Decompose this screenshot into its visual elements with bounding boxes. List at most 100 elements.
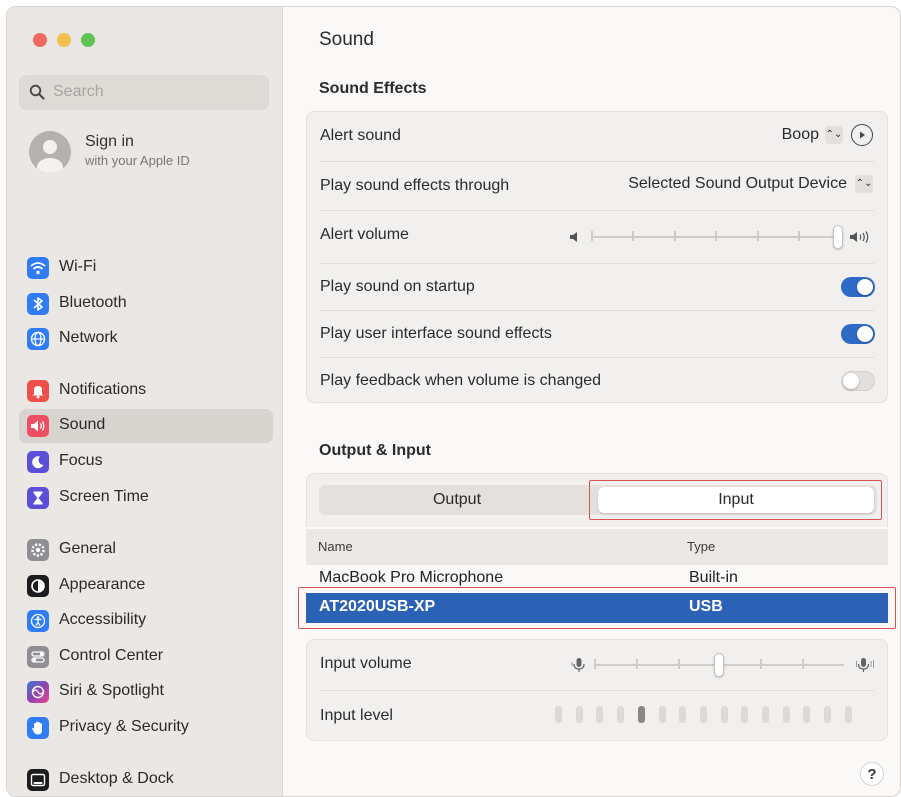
level-segment — [782, 706, 790, 723]
play-through-row: Play sound effects through Selected Soun… — [307, 162, 887, 210]
sidebar-item-label: Appearance — [59, 576, 146, 593]
microphone-high-icon — [856, 658, 874, 672]
level-segment — [596, 706, 604, 723]
moon-icon — [27, 451, 49, 473]
ui-sound-effects-toggle[interactable] — [841, 324, 875, 344]
alert-volume-row: Alert volume — [307, 211, 887, 263]
slider-thumb[interactable] — [714, 653, 724, 677]
ui-sound-effects-row: Play user interface sound effects — [307, 311, 887, 357]
bluetooth-icon — [27, 293, 49, 315]
search-placeholder: Search — [53, 83, 104, 100]
column-header-type[interactable]: Type — [687, 539, 715, 554]
globe-icon — [27, 328, 49, 350]
gear-icon — [27, 539, 49, 561]
level-segment — [699, 706, 707, 723]
volume-high-icon — [850, 231, 869, 243]
level-segment — [762, 706, 769, 723]
page-title: Sound — [319, 29, 374, 50]
volume-low-icon — [570, 232, 577, 242]
level-segment — [844, 706, 852, 723]
input-volume-label: Input volume — [320, 655, 412, 672]
help-button[interactable]: ? — [860, 762, 884, 786]
sidebar: Search Sign in with your Apple ID Wi-Fi … — [7, 7, 283, 796]
column-header-name[interactable]: Name — [318, 539, 353, 554]
bell-icon — [27, 380, 49, 402]
sidebar-item-label: Wi-Fi — [59, 258, 97, 275]
device-name: MacBook Pro Microphone — [319, 569, 504, 586]
play-alert-button[interactable] — [851, 124, 873, 146]
accessibility-icon — [27, 610, 49, 632]
level-segment — [617, 706, 625, 723]
volume-feedback-toggle[interactable] — [841, 371, 875, 391]
sidebar-item-label: Accessibility — [59, 611, 147, 628]
volume-feedback-label: Play feedback when volume is changed — [320, 372, 602, 389]
siri-icon — [27, 681, 49, 703]
slider-thumb[interactable] — [833, 225, 843, 249]
apple-id-signin[interactable]: Sign in with your Apple ID — [29, 131, 269, 175]
speaker-icon — [27, 415, 49, 437]
startup-sound-label: Play sound on startup — [320, 278, 475, 295]
sidebar-item-screen-time[interactable]: Screen Time — [19, 481, 273, 515]
zoom-window-button[interactable] — [81, 33, 95, 47]
sidebar-item-siri-spotlight[interactable]: Siri & Spotlight — [19, 675, 273, 709]
tab-output[interactable]: Output — [319, 485, 595, 515]
level-segment — [555, 706, 562, 723]
ui-sound-effects-label: Play user interface sound effects — [320, 325, 552, 342]
sidebar-item-control-center[interactable]: Control Center — [19, 640, 273, 674]
toggles-icon — [27, 646, 49, 668]
input-volume-slider[interactable] — [594, 653, 844, 677]
search-icon — [29, 84, 45, 100]
device-table-header: Name Type — [306, 529, 888, 565]
wifi-icon — [27, 257, 49, 279]
close-window-button[interactable] — [33, 33, 47, 47]
search-field[interactable]: Search — [19, 75, 269, 110]
sidebar-item-label: Sound — [59, 416, 106, 433]
sidebar-item-label: Desktop & Dock — [59, 770, 174, 787]
input-card: Input volume Input level — [306, 639, 888, 741]
input-volume-row: Input volume — [307, 640, 887, 690]
alert-sound-popup[interactable]: Boop ⌃⌄ — [782, 126, 843, 144]
startup-sound-row: Play sound on startup — [307, 264, 887, 310]
highlight-box-input-tab — [589, 480, 882, 520]
sidebar-item-network[interactable]: Network — [19, 322, 273, 356]
alert-sound-label: Alert sound — [320, 127, 401, 144]
level-segment — [824, 706, 832, 723]
sidebar-item-desktop-dock[interactable]: Desktop & Dock — [19, 763, 273, 796]
sidebar-item-wifi[interactable]: Wi-Fi — [19, 251, 273, 285]
level-segment — [679, 706, 687, 723]
sidebar-item-label: Notifications — [59, 381, 147, 398]
chevron-updown-icon: ⌃⌄ — [825, 126, 843, 144]
sidebar-item-appearance[interactable]: Appearance — [19, 569, 273, 603]
alert-sound-value: Boop — [781, 126, 819, 143]
section-heading-output-input: Output & Input — [319, 442, 431, 459]
level-segment — [720, 706, 728, 723]
sidebar-item-label: Network — [59, 329, 118, 346]
sidebar-item-general[interactable]: General — [19, 533, 273, 567]
level-segment — [575, 706, 583, 723]
signin-title: Sign in — [85, 133, 134, 150]
sidebar-item-label: Focus — [59, 452, 103, 469]
alert-sound-control: Boop ⌃⌄ — [782, 124, 873, 146]
sidebar-item-focus[interactable]: Focus — [19, 445, 273, 479]
alert-volume-label: Alert volume — [320, 226, 409, 243]
sidebar-item-label: Screen Time — [59, 488, 149, 505]
sidebar-item-notifications[interactable]: Notifications — [19, 374, 273, 408]
play-through-popup[interactable]: Selected Sound Output Device ⌃⌄ — [628, 175, 873, 193]
sidebar-item-label: Bluetooth — [59, 294, 127, 311]
alert-volume-slider[interactable] — [591, 225, 843, 249]
hourglass-icon — [27, 487, 49, 509]
dock-icon — [27, 769, 49, 791]
appearance-icon — [27, 575, 49, 597]
avatar-icon — [29, 131, 71, 173]
level-segment — [658, 706, 666, 723]
sidebar-item-privacy-security[interactable]: Privacy & Security — [19, 711, 273, 745]
play-through-label: Play sound effects through — [320, 177, 510, 194]
minimize-window-button[interactable] — [57, 33, 71, 47]
sidebar-item-sound[interactable]: Sound — [19, 409, 273, 443]
play-through-value: Selected Sound Output Device — [628, 175, 847, 192]
sidebar-item-accessibility[interactable]: Accessibility — [19, 604, 273, 638]
sidebar-item-bluetooth[interactable]: Bluetooth — [19, 287, 273, 321]
play-icon — [860, 131, 865, 139]
startup-sound-toggle[interactable] — [841, 277, 875, 297]
alert-sound-row: Alert sound Boop ⌃⌄ — [307, 112, 887, 161]
